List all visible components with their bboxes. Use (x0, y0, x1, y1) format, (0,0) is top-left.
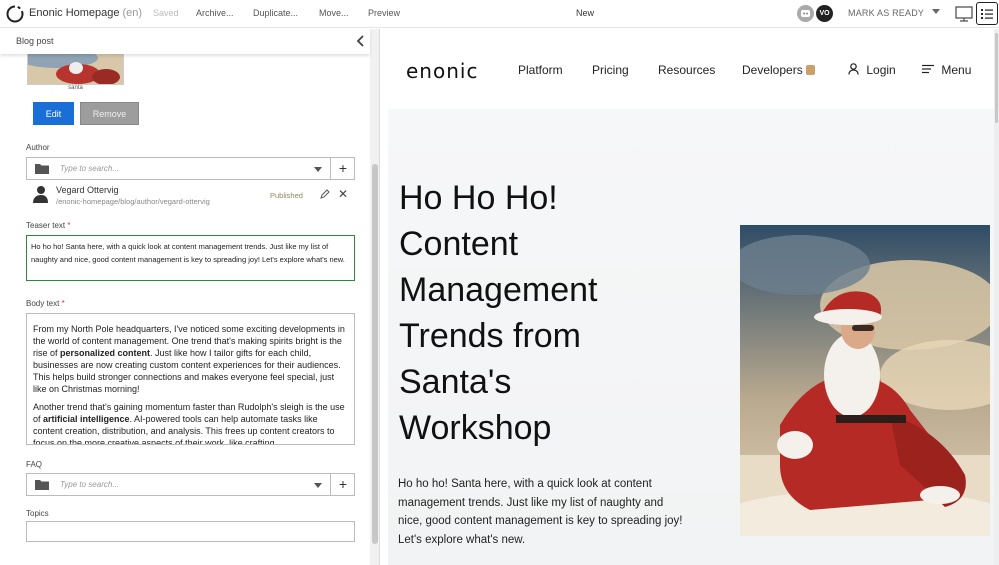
top-toolbar: Enonic Homepage (en) Saved Archive... Dup… (0, 0, 999, 28)
folder-icon (35, 164, 49, 174)
preview-button[interactable]: Preview (368, 8, 400, 18)
nav-resources[interactable]: Resources (658, 63, 715, 77)
content-language: (en) (122, 7, 143, 19)
chevron-left-icon[interactable] (356, 34, 366, 48)
folder-icon (35, 480, 49, 490)
remove-author-close-icon[interactable]: ✕ (338, 187, 348, 201)
chevron-down-icon[interactable] (932, 9, 940, 14)
duplicate-button[interactable]: Duplicate... (253, 8, 298, 18)
enonic-logo-icon[interactable] (6, 5, 24, 23)
author-name: Vegard Ottervig (56, 185, 119, 195)
collaborator-avatar (797, 5, 814, 22)
article-title: Ho Ho Ho! Content Management Trends from… (399, 179, 598, 447)
author-label: Author (26, 143, 50, 152)
site-navigation: enonic Platform Pricing Resources Develo… (384, 29, 994, 109)
page-preview-panel: enonic Platform Pricing Resources Develo… (384, 29, 999, 565)
faq-search-input[interactable]: Type to search... (60, 480, 119, 489)
saved-status: Saved (153, 8, 179, 18)
teaser-textarea[interactable]: Ho ho ho! Santa here, with a quick look … (26, 235, 355, 281)
nav-login[interactable]: Login (848, 63, 896, 77)
combo-divider (330, 158, 331, 179)
body-label: Body text * (26, 299, 65, 308)
chevron-down-icon[interactable] (314, 167, 322, 172)
archive-button[interactable]: Archive... (196, 8, 234, 18)
developer-emoji-icon (806, 65, 816, 75)
mark-as-ready-button[interactable]: MARK AS READY (848, 8, 924, 18)
form-header: Blog post (0, 29, 370, 54)
toggle-context-panel-button[interactable] (976, 2, 998, 25)
topics-label: Topics (26, 509, 49, 518)
preview-scrollbar-thumb[interactable] (995, 33, 998, 123)
move-button[interactable]: Move... (319, 8, 349, 18)
chevron-down-icon[interactable] (314, 483, 322, 488)
edit-image-button[interactable]: Edit (33, 102, 74, 125)
monitor-icon[interactable] (955, 6, 973, 22)
site-logo[interactable]: enonic (406, 59, 478, 83)
teaser-label: Teaser text * (26, 221, 71, 230)
content-type-label: Blog post (16, 36, 54, 46)
author-search-input[interactable]: Type to search... (60, 164, 119, 173)
pencil-icon[interactable] (320, 189, 330, 199)
remove-image-button[interactable]: Remove (80, 102, 139, 125)
content-form-panel: Blog post santa Edit Remove Author Type … (0, 29, 380, 565)
list-icon (981, 8, 993, 19)
user-icon (848, 63, 859, 75)
user-avatar[interactable]: VO (816, 5, 833, 22)
person-icon (33, 186, 48, 203)
nav-platform[interactable]: Platform (518, 63, 563, 77)
author-path: /enonic-homepage/blog/author/vegard-otte… (56, 197, 210, 206)
nav-menu[interactable]: Menu (922, 63, 971, 77)
author-status-badge: Published (270, 191, 303, 200)
robot-icon (801, 10, 810, 17)
workflow-status: New (576, 8, 595, 18)
add-faq-button[interactable]: + (335, 476, 351, 492)
add-author-button[interactable]: + (335, 160, 351, 176)
nav-pricing[interactable]: Pricing (592, 63, 629, 77)
faq-label: FAQ (26, 460, 43, 469)
author-selector[interactable]: Type to search... + (26, 157, 355, 180)
santa-hero-image (740, 225, 990, 536)
combo-divider (330, 474, 331, 495)
form-scrollbar-thumb[interactable] (372, 164, 378, 544)
article-teaser: Ho ho ho! Santa here, with a quick look … (398, 478, 683, 546)
selected-image-thumbnail[interactable] (27, 51, 124, 85)
topics-input[interactable] (26, 521, 355, 542)
content-title: Enonic Homepage (en) (29, 7, 143, 19)
faq-selector[interactable]: Type to search... + (26, 473, 355, 496)
hamburger-menu-icon (922, 64, 934, 74)
nav-developers[interactable]: Developers (742, 63, 816, 77)
selected-author: Vegard Ottervig /enonic-homepage/blog/au… (26, 182, 355, 208)
image-caption: santa (68, 85, 83, 91)
body-text-editor[interactable]: From my North Pole headquarters, I've no… (26, 313, 355, 445)
